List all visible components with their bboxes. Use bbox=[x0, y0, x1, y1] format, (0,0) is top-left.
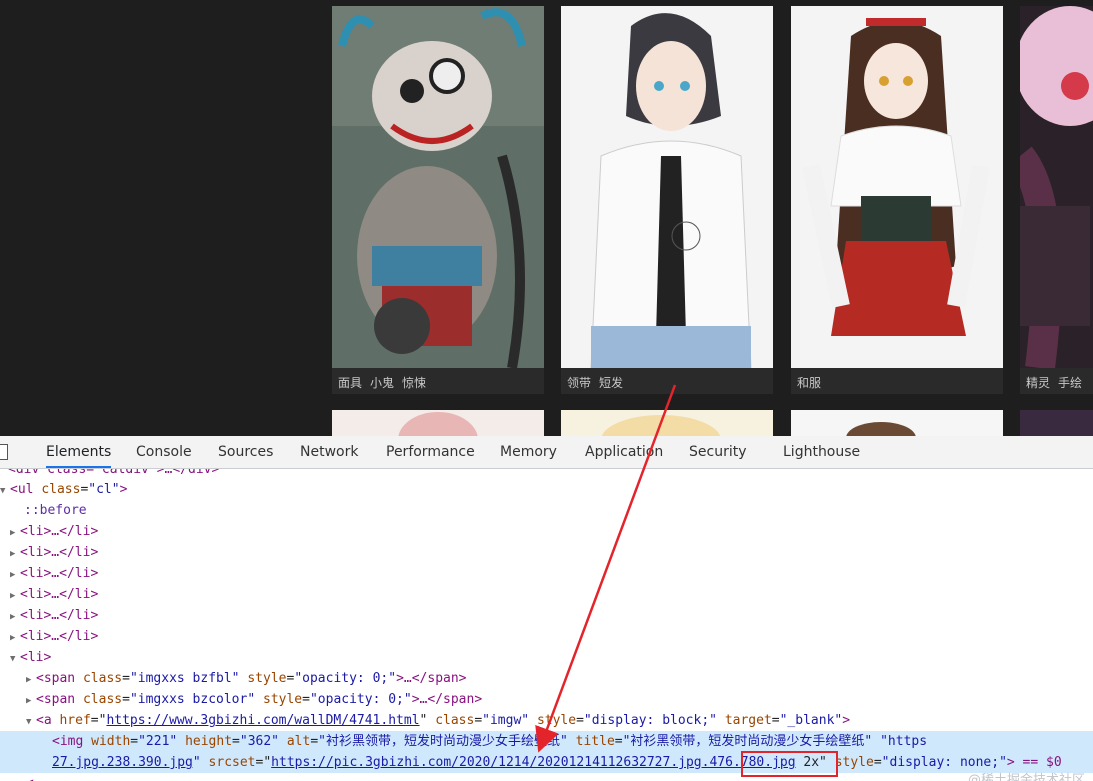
card-tags: 面具 小鬼 惊悚 bbox=[338, 374, 434, 391]
gallery-card-tie[interactable]: 领带 短发 bbox=[561, 6, 773, 394]
dom-node-img-selected[interactable]: <img width="221" height="362" alt="衬衫黑领带… bbox=[0, 731, 1093, 752]
dom-node-partial: < bbox=[0, 773, 1093, 781]
dom-node-span[interactable]: ▶ <span class="imgxxs bzcolor" style="opa… bbox=[0, 689, 1093, 710]
wallpaper-thumbnail[interactable] bbox=[1020, 6, 1093, 368]
expand-triangle-icon[interactable]: ▶ bbox=[10, 586, 20, 607]
tag[interactable]: 和服 bbox=[797, 376, 821, 390]
card-tags: 精灵 手绘 bbox=[1026, 374, 1090, 391]
collapse-triangle-icon[interactable]: ▼ bbox=[0, 481, 10, 502]
tab-lighthouse[interactable]: Lighthouse bbox=[783, 436, 860, 468]
src-link[interactable]: 27.jpg.238.390.jpg bbox=[52, 755, 193, 770]
tab-security[interactable]: Security bbox=[689, 436, 747, 468]
dom-node-li-open[interactable]: ▼ <li> bbox=[0, 647, 1093, 668]
dom-node-a[interactable]: ▼ <a href="https://www.3gbizhi.com/wallDM… bbox=[0, 710, 1093, 731]
collapse-triangle-icon[interactable]: ▼ bbox=[10, 649, 20, 670]
tab-network[interactable]: Network bbox=[300, 436, 358, 468]
dom-node-ul[interactable]: ▼ <ul class="cl"> bbox=[0, 479, 1093, 500]
dom-node-span[interactable]: ▶ <span class="imgxxs bzfbl" style="opaci… bbox=[0, 668, 1093, 689]
dom-tree: <div class="catdiv">…</div> ▼ <ul class="… bbox=[0, 469, 1093, 781]
expand-triangle-icon[interactable]: ▶ bbox=[10, 565, 20, 586]
dom-node-img-selected-cont[interactable]: 27.jpg.238.390.jpg" srcset="https://pic.… bbox=[0, 752, 1093, 773]
dom-node-li[interactable]: ▶ <li>…</li> bbox=[0, 626, 1093, 647]
devtools-panel: Elements Console Sources Network Perform… bbox=[0, 436, 1093, 781]
dom-node-li[interactable]: ▶ <li>…</li> bbox=[0, 542, 1093, 563]
card-tags: 和服 bbox=[797, 374, 829, 391]
tag[interactable]: 惊悚 bbox=[402, 376, 426, 390]
dom-node-li[interactable]: ▶ <li>…</li> bbox=[0, 563, 1093, 584]
devtools-tab-bar: Elements Console Sources Network Perform… bbox=[0, 436, 1093, 469]
gallery-card-row2[interactable] bbox=[561, 410, 773, 436]
expand-triangle-icon[interactable]: ▶ bbox=[10, 544, 20, 565]
gallery-card-mask[interactable]: 面具 小鬼 惊悚 bbox=[332, 6, 544, 394]
srcset-link[interactable]: https://pic.3gbizhi.com/2020/1214/202012… bbox=[271, 755, 709, 770]
card-tags: 领带 短发 bbox=[567, 374, 631, 391]
tab-elements[interactable]: Elements bbox=[46, 436, 112, 468]
gallery-card-elf[interactable]: 精灵 手绘 bbox=[1020, 6, 1093, 394]
dom-node-li[interactable]: ▶ <li>…</li> bbox=[0, 521, 1093, 542]
tag[interactable]: 小鬼 bbox=[370, 376, 394, 390]
tag[interactable]: 面具 bbox=[338, 376, 362, 390]
tab-performance[interactable]: Performance bbox=[386, 436, 475, 468]
expand-triangle-icon[interactable]: ▶ bbox=[26, 691, 36, 712]
dom-pseudo-before[interactable]: ::before bbox=[0, 500, 1093, 521]
tag[interactable]: 精灵 bbox=[1026, 376, 1050, 390]
gallery-card-kimono[interactable]: 和服 bbox=[791, 6, 1003, 394]
tab-memory[interactable]: Memory bbox=[500, 436, 557, 468]
tab-sources[interactable]: Sources bbox=[218, 436, 273, 468]
gallery-card-row2[interactable] bbox=[1020, 410, 1093, 436]
expand-triangle-icon[interactable]: ▶ bbox=[26, 670, 36, 691]
gallery-card-row2[interactable] bbox=[791, 410, 1003, 436]
wallpaper-thumbnail[interactable] bbox=[332, 6, 544, 368]
watermark: @稀土掘金技术社区 bbox=[967, 773, 1085, 781]
tag[interactable]: 领带 bbox=[567, 376, 591, 390]
dom-node-li[interactable]: ▶ <li>…</li> bbox=[0, 605, 1093, 626]
tag[interactable]: 手绘 bbox=[1058, 376, 1082, 390]
wallpaper-thumbnail[interactable] bbox=[791, 6, 1003, 368]
expand-triangle-icon[interactable]: ▶ bbox=[10, 523, 20, 544]
annotation-highlight-box bbox=[741, 751, 838, 777]
tab-console[interactable]: Console bbox=[136, 436, 192, 468]
inspect-element-icon[interactable] bbox=[0, 444, 8, 460]
tag[interactable]: 短发 bbox=[599, 376, 623, 390]
wallpaper-thumbnail[interactable] bbox=[561, 6, 773, 368]
collapse-triangle-icon[interactable]: ▼ bbox=[26, 712, 36, 733]
gallery-card-row2[interactable] bbox=[332, 410, 544, 436]
expand-triangle-icon[interactable]: ▶ bbox=[10, 607, 20, 628]
wallpaper-gallery: 面具 小鬼 惊悚 领带 短发 和服 精灵 手绘 bbox=[0, 0, 1093, 436]
expand-triangle-icon[interactable]: ▶ bbox=[10, 628, 20, 649]
dom-node-li[interactable]: ▶ <li>…</li> bbox=[0, 584, 1093, 605]
href-link[interactable]: https://www.3gbizhi.com/wallDM/4741.html bbox=[106, 713, 419, 728]
tab-application[interactable]: Application bbox=[585, 436, 663, 468]
